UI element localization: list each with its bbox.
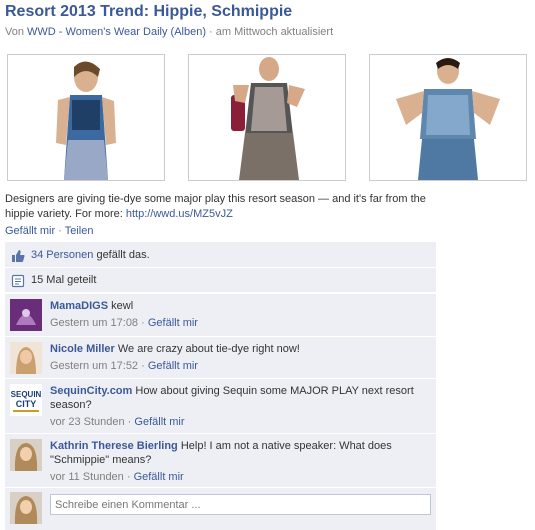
comment-like-link[interactable]: Gefällt mir [148, 360, 198, 372]
likes-suffix: gefällt das. [93, 249, 150, 261]
comment-composer [5, 487, 436, 530]
post-actions: Gefällt mir · Teilen [5, 225, 93, 237]
photo-model-1-image [8, 55, 164, 180]
comment-body: Kathrin Therese Bierling Help! I am not … [50, 440, 392, 483]
feedback-box: 34 Personen gefällt das. 15 Mal geteilt … [5, 242, 436, 530]
comment-input[interactable] [50, 494, 431, 515]
comment-time: Gestern um 17:08 [50, 317, 139, 329]
comment-text: kewl [108, 300, 134, 312]
avatar-image [10, 342, 42, 374]
avatar[interactable] [10, 342, 42, 374]
comment-item: Nicole Miller We are crazy about tie-dye… [5, 336, 436, 378]
meta-suffix: · am Mittwoch aktualisiert [206, 26, 334, 38]
avatar-logo-text-2: CITY [16, 399, 37, 409]
like-action[interactable]: Gefällt mir [5, 225, 55, 237]
comment-author[interactable]: SequinCity.com [50, 385, 132, 397]
post-link[interactable]: http://wwd.us/MZ5vJZ [126, 208, 233, 220]
likes-count-link[interactable]: 34 Personen [31, 249, 93, 261]
comment-author[interactable]: Kathrin Therese Bierling [50, 440, 178, 452]
photo-model-3-image [370, 55, 526, 180]
author-link[interactable]: WWD - Women's Wear Daily [27, 26, 167, 38]
current-user-avatar [10, 492, 42, 524]
photo-model-3[interactable] [369, 54, 527, 181]
avatar[interactable] [10, 299, 42, 331]
avatar-image: SEQUIN CITY [10, 384, 42, 416]
comment-time: vor 11 Stunden [50, 471, 124, 483]
avatar[interactable] [10, 439, 42, 471]
comment-body: Nicole Miller We are crazy about tie-dye… [50, 343, 300, 372]
shares-row: 15 Mal geteilt [5, 268, 436, 293]
thumbs-up-icon [12, 250, 25, 262]
comment-author[interactable]: Nicole Miller [50, 343, 115, 355]
current-user-avatar-image [10, 492, 42, 524]
comment-time: Gestern um 17:52 [50, 360, 139, 372]
action-separator: · [55, 225, 65, 237]
comment-like-link[interactable]: Gefällt mir [134, 416, 184, 428]
comment-like-link[interactable]: Gefällt mir [134, 471, 184, 483]
comment-author[interactable]: MamaDIGS [50, 300, 108, 312]
comment-item: SEQUIN CITY SequinCity.com How about giv… [5, 378, 436, 433]
post-meta: Von WWD - Women's Wear Daily (Alben) · a… [5, 26, 333, 38]
photo-model-2[interactable] [188, 54, 346, 181]
comment-body: SequinCity.com How about giving Sequin s… [50, 385, 414, 428]
photo-model-2-image [189, 55, 345, 180]
albums-link[interactable]: (Alben) [171, 26, 206, 38]
post-title: Resort 2013 Trend: Hippie, Schmippie [5, 3, 293, 20]
avatar-image [10, 299, 42, 331]
comment-item: Kathrin Therese Bierling Help! I am not … [5, 433, 436, 487]
share-icon [11, 274, 25, 288]
shares-link[interactable]: 15 Mal geteilt [31, 274, 96, 286]
post-description: Designers are giving tie-dye some major … [5, 192, 435, 222]
photo-model-1[interactable] [7, 54, 165, 181]
likes-summary: 34 Personen gefällt das. [31, 249, 150, 261]
comment-body: MamaDIGS kewl Gestern um 17:08 · Gefällt… [50, 300, 198, 329]
comment-text: We are crazy about tie-dye right now! [114, 343, 300, 355]
meta-prefix: Von [5, 26, 28, 38]
comment-time: vor 23 Stunden [50, 416, 125, 428]
avatar-image [10, 439, 42, 471]
avatar-logo-text-1: SEQUIN [11, 390, 42, 399]
photo-grid [7, 54, 528, 181]
share-action[interactable]: Teilen [65, 225, 94, 237]
comment-item: MamaDIGS kewl Gestern um 17:08 · Gefällt… [5, 293, 436, 336]
comment-like-link[interactable]: Gefällt mir [148, 317, 198, 329]
likes-row: 34 Personen gefällt das. [5, 242, 436, 268]
avatar[interactable]: SEQUIN CITY [10, 384, 42, 416]
